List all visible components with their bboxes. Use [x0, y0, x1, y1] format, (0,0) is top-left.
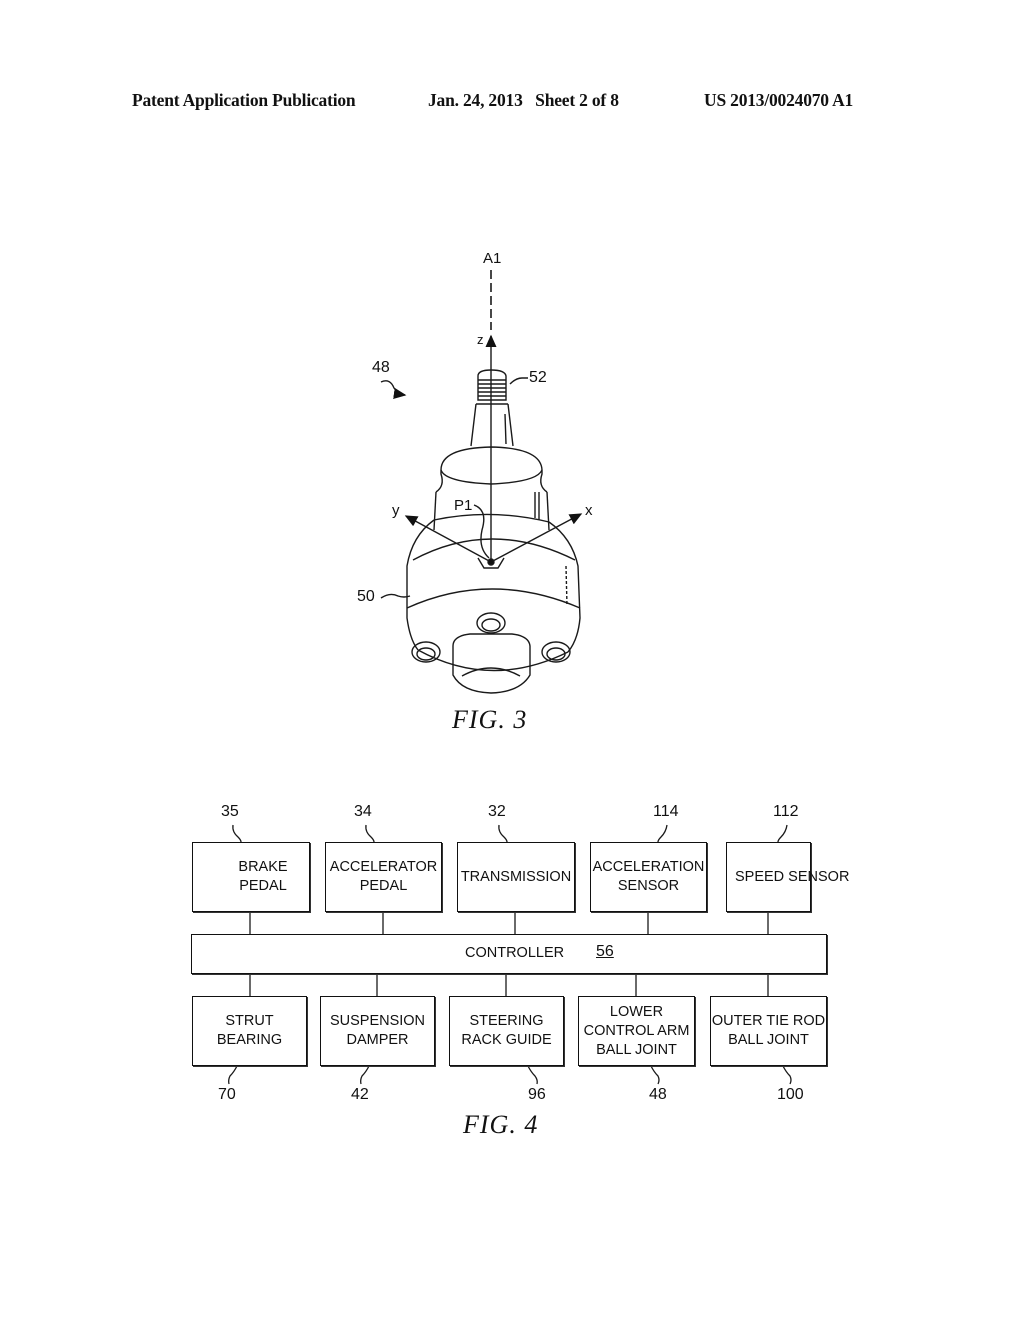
ref-70: 70 — [218, 1086, 236, 1103]
ref-56: 56 — [596, 943, 614, 960]
fig4-caption: FIG. 4 — [463, 1110, 539, 1139]
ref-100: 100 — [777, 1086, 804, 1103]
controller-label: CONTROLLER — [465, 945, 565, 961]
block-transmission: TRANSMISSION — [457, 842, 575, 912]
block-outer-tie-rod-ball-joint: OUTER TIE ROD BALL JOINT — [710, 996, 827, 1066]
block-brake-pedal: BRAKE PEDAL — [192, 842, 310, 912]
block-speed-sensor: SPEED SENSOR — [726, 842, 849, 912]
ref-34: 34 — [354, 803, 372, 820]
block-strut-bearing: STRUT BEARING — [192, 996, 307, 1066]
ref-112: 112 — [773, 803, 799, 820]
block-suspension-damper: SUSPENSION DAMPER — [320, 996, 435, 1066]
ref-96: 96 — [528, 1086, 546, 1103]
block-lower-control-arm-ball-joint: LOWER CONTROL ARM BALL JOINT — [578, 996, 695, 1066]
block-accelerator-pedal: ACCELERATOR PEDAL — [325, 842, 442, 912]
ref-35: 35 — [221, 803, 239, 820]
ref-42: 42 — [351, 1086, 369, 1103]
ref-48: 48 — [649, 1086, 667, 1103]
ref-114: 114 — [653, 803, 679, 820]
ref-32: 32 — [488, 803, 506, 820]
block-steering-rack-guide: STEERING RACK GUIDE — [449, 996, 564, 1066]
block-acceleration-sensor: ACCELERATION SENSOR — [590, 842, 707, 912]
